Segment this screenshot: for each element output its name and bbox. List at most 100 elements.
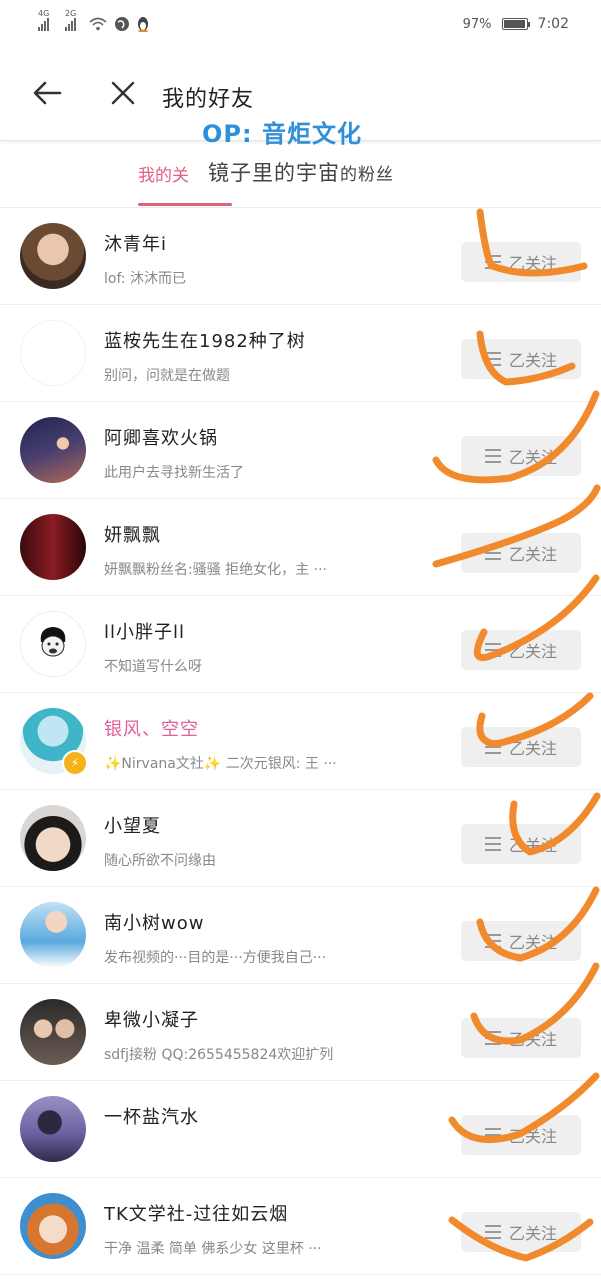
close-icon — [111, 81, 135, 105]
friend-name: 阿卿喜欢火锅 — [104, 428, 218, 449]
friend-name: 银风、空空 — [104, 719, 199, 740]
status-left: 4G 2G — [38, 9, 150, 32]
verified-badge-icon: ⚡ — [62, 750, 88, 776]
followed-label: 乙关注 — [508, 836, 557, 855]
friend-name: 卑微小凝子 — [104, 1010, 199, 1031]
friend-bio: 此用户去寻找新生活了 — [104, 465, 244, 481]
followed-button[interactable]: 乙关注 — [461, 727, 581, 767]
signal-icon-2: 2G — [65, 9, 76, 31]
friend-name: ll小胖子ll — [104, 622, 186, 643]
followed-button[interactable]: 乙关注 — [461, 1018, 581, 1058]
avatar[interactable] — [20, 417, 86, 483]
followed-label: 乙关注 — [508, 351, 557, 370]
friend-row[interactable]: ⚡ 银风、空空 ✨Nirvana文社✨ 二次元银风: 王 ··· 乙关注 — [0, 693, 601, 790]
friend-name: 南小树wow — [104, 913, 205, 934]
page-title: 我的好友 — [162, 87, 255, 112]
friend-name: TK文学社-过往如云烟 — [104, 1204, 289, 1225]
followed-label: 乙关注 — [508, 545, 557, 564]
avatar[interactable] — [20, 611, 86, 677]
avatar[interactable] — [20, 320, 86, 386]
back-button[interactable] — [30, 76, 64, 110]
followed-button[interactable]: 乙关注 — [461, 1115, 581, 1155]
friend-row[interactable]: 妍飘飘 妍飘飘粉丝名:骚骚 拒绝女化，主 ··· 乙关注 — [0, 499, 601, 596]
friend-row[interactable]: TK文学社-过往如云烟 干净 温柔 简单 佛系少女 这里杯 ··· 乙关注 — [0, 1178, 601, 1275]
friend-row[interactable]: 阿卿喜欢火锅 此用户去寻找新生活了 乙关注 — [0, 402, 601, 499]
friend-name: 一杯盐汽水 — [104, 1107, 199, 1128]
avatar[interactable] — [20, 1096, 86, 1162]
friend-bio: 妍飘飘粉丝名:骚骚 拒绝女化，主 ··· — [104, 562, 327, 578]
followed-label: 乙关注 — [508, 448, 557, 467]
network-type-1: 4G — [38, 9, 50, 18]
friend-name: 沐青年i — [104, 234, 168, 255]
friend-bio: 发布视频的···目的是···方便我自己··· — [104, 950, 327, 966]
menu-icon — [484, 352, 501, 366]
friend-row[interactable]: ll小胖子ll 不知道写什么呀 乙关注 — [0, 596, 601, 693]
tab-overlay-text: 镜子里的宇宙 — [208, 161, 340, 185]
followed-label: 乙关注 — [508, 933, 557, 952]
friend-row[interactable]: 卑微小凝子 sdfj接粉 QQ:2655455824欢迎扩列 乙关注 — [0, 984, 601, 1081]
menu-icon — [484, 1031, 501, 1045]
status-right: 97% 7:02 — [463, 16, 569, 32]
friend-row[interactable]: 小望夏 随心所欲不问缘由 乙关注 — [0, 790, 601, 887]
followed-button[interactable]: 乙关注 — [461, 242, 581, 282]
close-button[interactable] — [106, 76, 140, 110]
avatar[interactable] — [20, 805, 86, 871]
friend-list: 沐青年i lof: 沐沐而已 乙关注 蓝桉先生在1982种了树 别问，问就是在做… — [0, 208, 601, 1275]
wifi-icon — [89, 17, 107, 31]
battery-percent: 97% — [462, 16, 492, 32]
followed-label: 乙关注 — [508, 1127, 557, 1146]
menu-icon — [484, 1225, 501, 1239]
menu-icon — [484, 255, 501, 269]
followed-button[interactable]: 乙关注 — [461, 533, 581, 573]
signal-icon: 4G — [38, 9, 49, 31]
battery-icon — [501, 18, 530, 30]
friend-bio: 随心所欲不问缘由 — [104, 853, 216, 869]
tab-overlay-suffix: 的粉丝 — [340, 165, 394, 185]
menu-icon — [484, 1128, 501, 1142]
followed-button[interactable]: 乙关注 — [461, 824, 581, 864]
meme-face-icon — [40, 627, 66, 657]
followed-button[interactable]: 乙关注 — [461, 339, 581, 379]
battery-level — [503, 20, 525, 28]
followed-label: 乙关注 — [508, 254, 557, 273]
followed-label: 乙关注 — [508, 1224, 557, 1243]
tab-followers[interactable]: 镜子里的宇宙的粉丝 — [206, 157, 396, 187]
menu-icon — [484, 449, 501, 463]
avatar[interactable] — [20, 1193, 86, 1259]
friend-name: 妍飘飘 — [104, 525, 161, 546]
followed-label: 乙关注 — [508, 642, 557, 661]
avatar[interactable] — [20, 902, 86, 968]
arrow-left-icon — [33, 81, 62, 105]
friend-bio: lof: 沐沐而已 — [104, 271, 187, 287]
followed-button[interactable]: 乙关注 — [461, 436, 581, 476]
friend-row[interactable]: 一杯盐汽水 乙关注 — [0, 1081, 601, 1178]
friend-row[interactable]: 南小树wow 发布视频的···目的是···方便我自己··· 乙关注 — [0, 887, 601, 984]
avatar[interactable]: ⚡ — [20, 708, 88, 776]
followed-button[interactable]: 乙关注 — [461, 630, 581, 670]
friend-bio: ✨Nirvana文社✨ 二次元银风: 王 ··· — [104, 756, 337, 772]
tab-following[interactable]: 我的关 — [138, 161, 189, 186]
friend-name: 小望夏 — [104, 816, 161, 837]
network-type-2: 2G — [65, 9, 77, 18]
friend-bio: 不知道写什么呀 — [104, 659, 202, 675]
tab-indicator — [138, 203, 232, 206]
friend-row[interactable]: 沐青年i lof: 沐沐而已 乙关注 — [0, 208, 601, 305]
qq-penguin-icon — [138, 17, 148, 32]
avatar[interactable] — [20, 514, 86, 580]
clock: 7:02 — [537, 16, 569, 32]
menu-icon — [484, 837, 501, 851]
avatar[interactable] — [20, 223, 86, 289]
menu-icon — [484, 934, 501, 948]
friend-bio: 干净 温柔 简单 佛系少女 这里杯 ··· — [104, 1241, 322, 1257]
menu-icon — [484, 643, 501, 657]
followed-label: 乙关注 — [508, 1030, 557, 1049]
avatar[interactable] — [20, 999, 86, 1065]
friend-row[interactable]: 蓝桉先生在1982种了树 别问，问就是在做题 乙关注 — [0, 305, 601, 402]
status-bar: 4G 2G 97% 7:02 — [0, 0, 601, 48]
followed-label: 乙关注 — [508, 739, 557, 758]
followed-button[interactable]: 乙关注 — [461, 921, 581, 961]
menu-icon — [484, 740, 501, 754]
globe-icon — [115, 17, 129, 31]
followed-button[interactable]: 乙关注 — [461, 1212, 581, 1252]
friend-bio: 别问，问就是在做题 — [104, 368, 230, 384]
